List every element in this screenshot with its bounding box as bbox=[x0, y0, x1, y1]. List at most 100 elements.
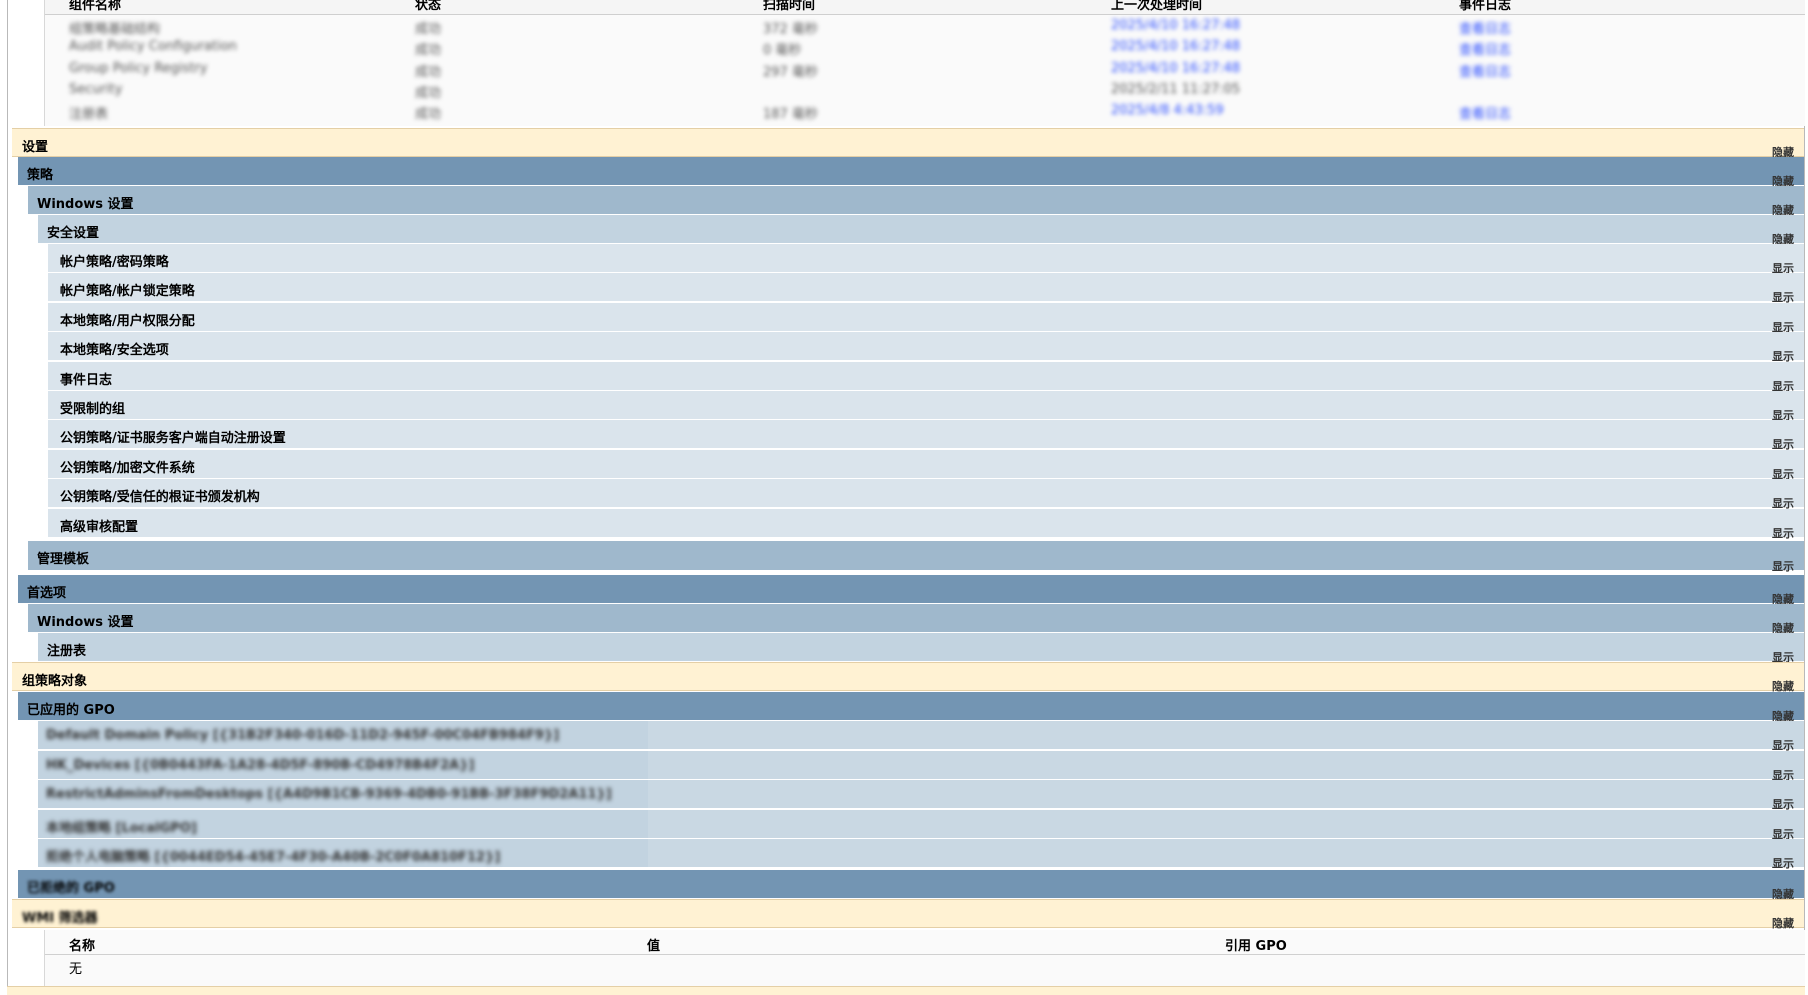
gpo-row-fill: 显示 bbox=[648, 810, 1804, 841]
section-label: 受限制的组 bbox=[60, 402, 126, 417]
section-advanced-audit[interactable]: 高级审核配置 显示 bbox=[48, 509, 1804, 541]
toggle-link[interactable]: 显示 bbox=[1772, 558, 1794, 574]
cell-last-processed-link[interactable]: 2025/4/8 4:43:59 bbox=[1111, 103, 1224, 118]
gpo-row-fill: 显示 bbox=[648, 751, 1804, 782]
table-row: Group Policy Registry 成功 297 毫秒 2025/4/1… bbox=[45, 59, 1805, 80]
view-log-link[interactable]: 查看日志 bbox=[1459, 39, 1511, 58]
section-settings[interactable]: 设置 隐藏 bbox=[12, 128, 1804, 159]
table-row: 无 bbox=[45, 954, 1805, 978]
cell-last-processed-link[interactable]: 2025/4/10 16:27:48 bbox=[1111, 61, 1240, 76]
section-security-settings[interactable]: 安全设置 隐藏 bbox=[38, 215, 1804, 246]
gpo-label: 本地组策略 [LocalGPO] bbox=[46, 821, 197, 836]
section-label: 首选项 bbox=[27, 586, 67, 601]
section-efs[interactable]: 公钥策略/加密文件系统 显示 bbox=[48, 450, 1804, 481]
cell-scan-time: 0 毫秒 bbox=[763, 43, 802, 58]
section-preferences[interactable]: 首选项 隐藏 bbox=[18, 575, 1804, 606]
section-label: Windows 设置 bbox=[37, 615, 134, 630]
section-label: 已拒绝的 GPO bbox=[27, 881, 115, 896]
section-label: 公钥策略/加密文件系统 bbox=[60, 461, 195, 476]
cell-status: 成功 bbox=[415, 65, 442, 80]
cell-last-processed-link[interactable]: 2025/4/10 16:27:48 bbox=[1111, 18, 1240, 33]
section-label: 管理模板 bbox=[37, 552, 90, 567]
view-log-link[interactable]: 查看日志 bbox=[1459, 61, 1511, 80]
cell-component: 注册表 bbox=[69, 107, 109, 122]
section-label: 设置 bbox=[22, 140, 49, 155]
section-security-options[interactable]: 本地策略/安全选项 显示 bbox=[48, 332, 1804, 363]
section-pref-windows-settings[interactable]: Windows 设置 隐藏 bbox=[28, 604, 1804, 635]
table-row: 组策略基础结构 成功 372 毫秒 2025/4/10 16:27:48 查看日… bbox=[45, 16, 1805, 37]
header-referencing-gpo: 引用 GPO bbox=[1225, 939, 1287, 954]
cell-component: Audit Policy Configuration bbox=[69, 39, 237, 54]
section-label: 事件日志 bbox=[60, 373, 113, 388]
gpo-label: 拒绝个人电脑策略 [{0044ED54-45E7-4F30-A40B-2C0F0… bbox=[46, 850, 501, 865]
gpo-item[interactable]: Default Domain Policy [{31B2F340-016D-11… bbox=[38, 721, 648, 750]
gpo-row-fill: 显示 bbox=[648, 780, 1804, 811]
section-label: 帐户策略/帐户锁定策略 bbox=[60, 284, 195, 299]
gpo-item[interactable]: 本地组策略 [LocalGPO] bbox=[38, 810, 648, 839]
header-event-log: 事件日志 bbox=[1459, 0, 1512, 13]
section-user-rights[interactable]: 本地策略/用户权限分配 显示 bbox=[48, 303, 1804, 334]
section-label: 策略 bbox=[27, 168, 54, 183]
toggle-link[interactable]: 显示 bbox=[1772, 525, 1794, 541]
section-applied-gpo[interactable]: 已应用的 GPO 隐藏 bbox=[18, 692, 1804, 723]
gpo-item[interactable]: RestrictAdminsFromDesktops [{A4D9B1CB-93… bbox=[38, 780, 648, 809]
section-trusted-root-ca[interactable]: 公钥策略/受信任的根证书颁发机构 显示 bbox=[48, 479, 1804, 510]
cell-scan-time: 372 毫秒 bbox=[763, 22, 818, 37]
header-last-processed: 上一次处理时间 bbox=[1111, 0, 1203, 13]
section-windows-settings[interactable]: Windows 设置 隐藏 bbox=[28, 186, 1804, 217]
gpo-row-fill: 显示 bbox=[648, 839, 1804, 871]
view-log-link[interactable]: 查看日志 bbox=[1459, 18, 1511, 37]
cell-component: 组策略基础结构 bbox=[69, 22, 161, 37]
section-denied-gpo[interactable]: 已拒绝的 GPO 隐藏 bbox=[18, 870, 1804, 901]
section-label: 本地策略/安全选项 bbox=[60, 343, 169, 358]
gpo-label: RestrictAdminsFromDesktops [{A4D9B1CB-93… bbox=[46, 787, 612, 802]
table-header: 组件名称 状态 扫描时间 上一次处理时间 事件日志 bbox=[45, 0, 1805, 15]
section-gpo-objects[interactable]: 组策略对象 隐藏 bbox=[12, 662, 1804, 693]
wmi-filter-table: 名称 值 引用 GPO 无 bbox=[44, 930, 1805, 986]
toggle-link[interactable]: 隐藏 bbox=[1772, 915, 1794, 931]
header-value: 值 bbox=[647, 939, 661, 954]
cell-status: 成功 bbox=[415, 86, 442, 101]
header-component: 组件名称 bbox=[69, 0, 122, 13]
cell-status: 成功 bbox=[415, 22, 442, 37]
cell-last-processed-link[interactable]: 2025/4/10 16:27:48 bbox=[1111, 39, 1240, 54]
gpo-label: Default Domain Policy [{31B2F340-016D-11… bbox=[46, 728, 560, 743]
gpo-label: HK_Devices [{0B0443FA-1A28-4D5F-890B-CD4… bbox=[46, 758, 475, 773]
header-scan-time: 扫描时间 bbox=[763, 0, 816, 13]
gpo-item[interactable]: 拒绝个人电脑策略 [{0044ED54-45E7-4F30-A40B-2C0F0… bbox=[38, 839, 648, 868]
section-password-policy[interactable]: 帐户策略/密码策略 显示 bbox=[48, 244, 1804, 275]
header-name: 名称 bbox=[69, 939, 96, 954]
cell-name: 无 bbox=[69, 962, 83, 977]
section-label: 本地策略/用户权限分配 bbox=[60, 314, 195, 329]
section-label: 公钥策略/受信任的根证书颁发机构 bbox=[60, 490, 260, 505]
cell-last-processed: 2025/2/11 11:27:05 bbox=[1111, 82, 1241, 97]
cell-scan-time: 187 毫秒 bbox=[763, 107, 818, 122]
component-status-table: 组件名称 状态 扫描时间 上一次处理时间 事件日志 组策略基础结构 成功 372… bbox=[44, 0, 1805, 126]
gpo-row-fill: 显示 bbox=[648, 721, 1804, 752]
section-label: 安全设置 bbox=[47, 226, 100, 241]
section-event-log[interactable]: 事件日志 显示 bbox=[48, 362, 1804, 393]
header-status: 状态 bbox=[415, 0, 442, 13]
section-label: 组策略对象 bbox=[22, 674, 88, 689]
section-wmi-filter[interactable]: WMI 筛选器 隐藏 bbox=[12, 899, 1804, 931]
section-label: WMI 筛选器 bbox=[22, 911, 98, 926]
section-admin-templates[interactable]: 管理模板 显示 bbox=[28, 541, 1804, 574]
section-policies[interactable]: 策略 隐藏 bbox=[18, 157, 1804, 188]
cell-component: Security bbox=[69, 82, 123, 97]
section-label: 注册表 bbox=[47, 644, 87, 659]
gpo-item[interactable]: HK_Devices [{0B0443FA-1A28-4D5F-890B-CD4… bbox=[38, 751, 648, 780]
view-log-link[interactable]: 查看日志 bbox=[1459, 103, 1511, 122]
section-label: Windows 设置 bbox=[37, 197, 134, 212]
table-row: Security 成功 2025/2/11 11:27:05 bbox=[45, 80, 1805, 101]
table-header: 名称 值 引用 GPO bbox=[45, 930, 1805, 955]
section-label: 高级审核配置 bbox=[60, 520, 139, 535]
section-lockout-policy[interactable]: 帐户策略/帐户锁定策略 显示 bbox=[48, 273, 1804, 304]
section-label: 公钥策略/证书服务客户端自动注册设置 bbox=[60, 431, 286, 446]
section-cert-autoenroll[interactable]: 公钥策略/证书服务客户端自动注册设置 显示 bbox=[48, 420, 1804, 451]
section-registry[interactable]: 注册表 显示 bbox=[38, 633, 1804, 664]
section-label: 已应用的 GPO bbox=[27, 703, 115, 718]
section-restricted-groups[interactable]: 受限制的组 显示 bbox=[48, 391, 1804, 422]
cell-status: 成功 bbox=[415, 43, 442, 58]
table-row: 注册表 成功 187 毫秒 2025/4/8 4:43:59 查看日志 bbox=[45, 101, 1805, 122]
toggle-link[interactable]: 显示 bbox=[1772, 855, 1794, 871]
